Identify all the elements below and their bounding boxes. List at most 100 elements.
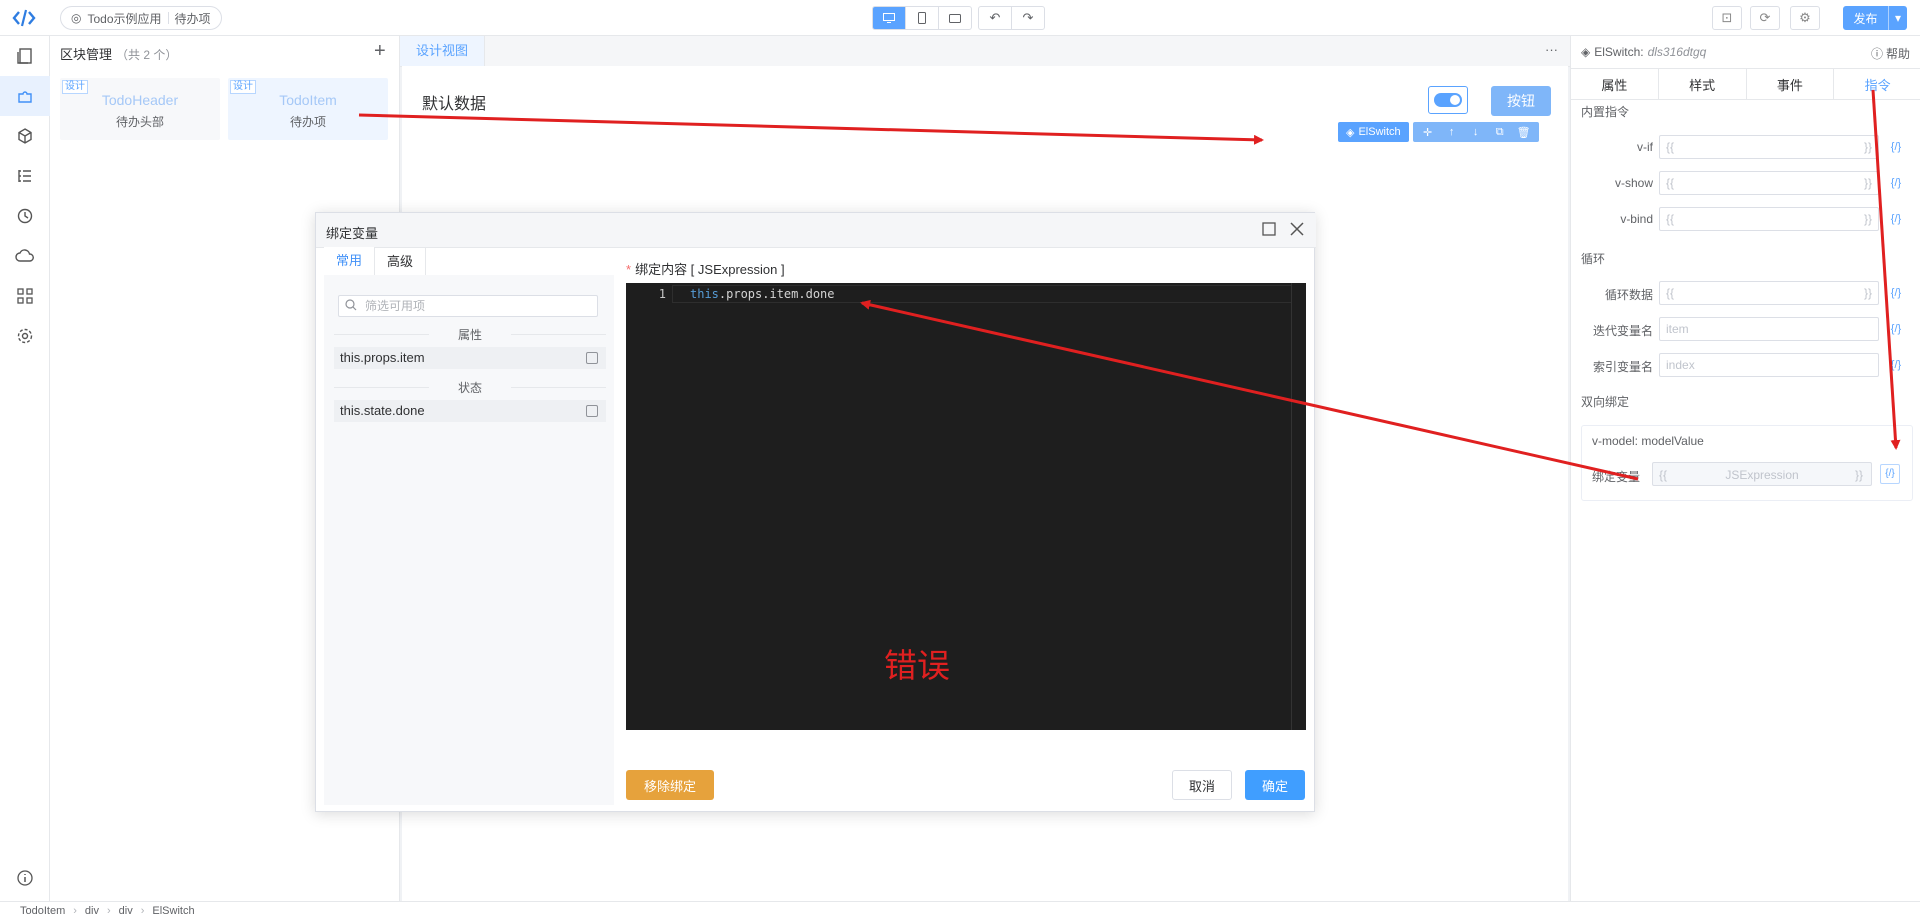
loop-input[interactable]: {{}} — [1659, 281, 1879, 305]
info-icon[interactable] — [0, 858, 50, 898]
selected-component-name: ElSwitch — [1358, 126, 1401, 138]
delete-icon[interactable]: 🗑 — [1513, 126, 1535, 139]
component-icon: ◈ — [1581, 45, 1591, 59]
confirm-button[interactable]: 确定 — [1245, 770, 1305, 800]
help-label: 帮助 — [1885, 47, 1910, 61]
chevron-down-icon[interactable]: ▾ — [1889, 6, 1907, 30]
tab-common[interactable]: 常用 — [324, 247, 375, 275]
add-block-icon[interactable]: + — [374, 41, 386, 61]
loop-input[interactable]: index — [1659, 353, 1879, 377]
directive-input[interactable]: {{}} — [1659, 207, 1879, 231]
component-header: ◈ ElSwitch: dls316dtgq — [1581, 45, 1706, 59]
loop-label: 循环数据 — [1604, 288, 1653, 302]
bind-variable-dialog: 绑定变量 常用 高级 筛选可用项 属性 this.props.item 状态 t… — [315, 212, 1316, 812]
insert-icon[interactable] — [586, 352, 598, 364]
block-desc: 待办头部 — [115, 115, 164, 129]
editor-scrollbar[interactable] — [1291, 283, 1306, 730]
block-count: （共 2 个） — [116, 48, 178, 62]
el-switch[interactable] — [1434, 93, 1462, 107]
default-data-text: 默认数据 — [422, 96, 487, 113]
screenshot-icon[interactable]: ⊡ — [1712, 6, 1742, 30]
tab-events[interactable]: 事件 — [1747, 69, 1835, 99]
tab-properties[interactable]: 属性 — [1571, 69, 1659, 99]
block-name: TodoHeader — [101, 92, 179, 108]
cloud-api-icon[interactable] — [0, 236, 50, 276]
code-editor[interactable]: 1 this.props.item.done — [626, 283, 1306, 730]
variable-name: this.props.item — [340, 350, 425, 365]
loop-label: 迭代变量名 — [1592, 324, 1653, 338]
bind-variable-icon[interactable]: {/} — [1880, 464, 1900, 484]
move-up-icon[interactable]: ↑ — [1441, 126, 1463, 138]
remove-binding-button[interactable]: 移除绑定 — [626, 770, 714, 800]
tablet-view-icon[interactable] — [939, 7, 971, 29]
breadcrumb-item[interactable]: TodoItem — [20, 905, 65, 917]
block-card-todoheader[interactable]: 设计 TodoHeader 待办头部 — [60, 78, 220, 140]
selected-component-label[interactable]: ◈ ElSwitch — [1338, 122, 1409, 142]
more-icon[interactable]: ··· — [1545, 42, 1558, 57]
vmodel-label: v-model: modelValue — [1592, 434, 1704, 448]
help-link[interactable]: ⓘ 帮助 — [1871, 45, 1910, 62]
directive-label: v-bind — [1620, 212, 1653, 226]
canvas-tab-bar: 设计视图 ··· — [400, 36, 1570, 67]
section-loop: 循环 — [1581, 252, 1606, 266]
breadcrumb-item[interactable]: div — [119, 905, 133, 917]
block-name: TodoItem — [279, 92, 337, 108]
history-icon[interactable] — [0, 196, 50, 236]
gear-icon[interactable] — [0, 316, 50, 356]
bind-variable-icon[interactable]: {/} — [1887, 356, 1905, 374]
tab-advanced[interactable]: 高级 — [374, 247, 427, 276]
components-icon[interactable] — [0, 116, 50, 156]
bind-expression-input[interactable]: {{ JSExpression }} — [1652, 462, 1872, 486]
filter-input[interactable]: 筛选可用项 — [338, 295, 598, 317]
blocks-icon[interactable] — [0, 76, 50, 116]
bind-variable-icon[interactable]: {/} — [1887, 174, 1905, 192]
bind-variable-icon[interactable]: {/} — [1887, 138, 1905, 156]
group-state-label: 状态 — [334, 379, 606, 396]
bind-variable-icon[interactable]: {/} — [1887, 210, 1905, 228]
app-switcher[interactable]: ◎ Todo示例应用 待办项 — [60, 6, 222, 30]
settings-tabs: 属性 样式 事件 指令 — [1571, 68, 1920, 100]
close-icon[interactable] — [1290, 222, 1306, 238]
code-line[interactable]: this.props.item.done — [690, 287, 835, 301]
canvas-button[interactable]: 按钮 — [1491, 86, 1551, 116]
redo-icon[interactable]: ↷ — [1012, 7, 1044, 29]
tab-styles[interactable]: 样式 — [1659, 69, 1747, 99]
apps-grid-icon[interactable] — [0, 276, 50, 316]
move-down-icon[interactable]: ↓ — [1465, 126, 1487, 138]
selection-actions: ✛ ↑ ↓ ⧉ 🗑 — [1412, 122, 1539, 142]
add-icon[interactable]: ✛ — [1417, 126, 1439, 139]
chevron-right-icon: › — [106, 904, 111, 917]
copy-icon[interactable]: ⧉ — [1489, 126, 1511, 139]
directive-input[interactable]: {{}} — [1659, 171, 1879, 195]
page-name: 待办项 — [174, 11, 211, 26]
variable-item-state-done[interactable]: this.state.done — [334, 400, 606, 422]
tab-design-view[interactable]: 设计视图 — [400, 36, 486, 66]
tab-directives[interactable]: 指令 — [1834, 69, 1920, 99]
pages-icon[interactable] — [0, 36, 50, 76]
switch-selection-frame[interactable] — [1428, 86, 1468, 114]
dialog-title: 绑定变量 — [326, 226, 379, 241]
bind-variable-label: 绑定变量 — [1592, 470, 1641, 484]
variable-item-props-item[interactable]: this.props.item — [334, 347, 606, 369]
refresh-icon[interactable]: ⟳ — [1750, 6, 1780, 30]
undo-icon[interactable]: ↶ — [979, 7, 1012, 29]
outline-tree-icon[interactable] — [0, 156, 50, 196]
bind-variable-icon[interactable]: {/} — [1887, 320, 1905, 338]
directive-row-v-if: v-if {{}} {/} — [1571, 135, 1920, 159]
mobile-view-icon[interactable] — [906, 7, 939, 29]
block-card-todoitem[interactable]: 设计 TodoItem 待办项 — [228, 78, 388, 140]
loop-input[interactable]: item — [1659, 317, 1879, 341]
loop-row-data: 循环数据 {{}} {/} — [1571, 281, 1920, 305]
switch-knob — [1450, 95, 1460, 105]
settings-icon[interactable]: ⚙ — [1790, 6, 1820, 30]
breadcrumb-item[interactable]: div — [85, 905, 99, 917]
insert-icon[interactable] — [586, 405, 598, 417]
publish-button[interactable]: 发布 ▾ — [1843, 6, 1907, 30]
desktop-view-icon[interactable] — [873, 7, 906, 29]
bind-variable-icon[interactable]: {/} — [1887, 284, 1905, 302]
cancel-button[interactable]: 取消 — [1172, 770, 1232, 800]
publish-label: 发布 — [1843, 6, 1889, 30]
breadcrumb-item[interactable]: ElSwitch — [152, 905, 194, 917]
directive-input[interactable]: {{}} — [1659, 135, 1879, 159]
maximize-icon[interactable] — [1262, 222, 1278, 238]
